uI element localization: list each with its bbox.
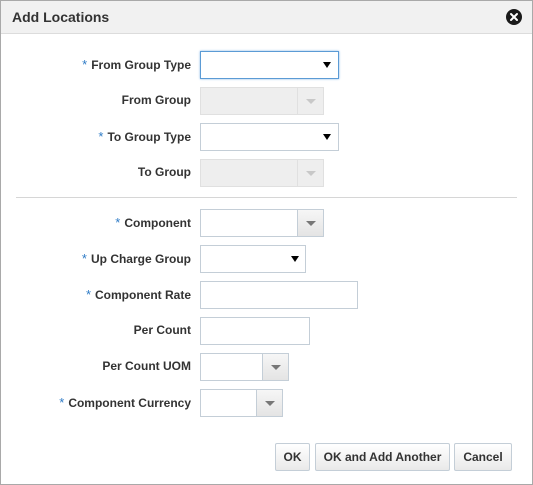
from-group-dropdown-button bbox=[297, 88, 323, 114]
from-group-label: From Group bbox=[121, 93, 191, 107]
from-group-type-label: * From Group Type bbox=[82, 57, 191, 72]
per-count-uom-label: Per Count UOM bbox=[102, 359, 191, 373]
component-currency-label: * Component Currency bbox=[59, 395, 191, 410]
component-dropdown-button[interactable] bbox=[297, 210, 323, 236]
cancel-button[interactable]: Cancel bbox=[454, 443, 512, 471]
chevron-down-icon bbox=[291, 256, 299, 262]
to-group-dropdown-button bbox=[297, 160, 323, 186]
chevron-down-icon bbox=[323, 62, 331, 68]
per-count-input[interactable] bbox=[200, 317, 310, 345]
section-divider bbox=[16, 197, 517, 198]
to-group-combobox bbox=[200, 159, 324, 187]
required-marker: * bbox=[81, 251, 87, 266]
add-locations-dialog: Add Locations * From Group Type From Grou… bbox=[0, 0, 533, 485]
required-marker: * bbox=[59, 395, 65, 410]
up-charge-group-label: * Up Charge Group bbox=[81, 251, 191, 266]
component-combobox[interactable] bbox=[200, 209, 324, 237]
dialog-titlebar: Add Locations bbox=[1, 1, 532, 34]
component-label: * Component bbox=[115, 215, 191, 230]
to-group-type-label: * To Group Type bbox=[98, 129, 191, 144]
per-count-label: Per Count bbox=[133, 323, 191, 337]
required-marker: * bbox=[85, 287, 91, 302]
chevron-down-icon bbox=[323, 134, 331, 140]
required-marker: * bbox=[115, 215, 121, 230]
component-currency-dropdown-button[interactable] bbox=[256, 390, 282, 416]
to-group-label: To Group bbox=[137, 165, 191, 179]
component-currency-combobox[interactable] bbox=[200, 389, 283, 417]
required-marker: * bbox=[98, 129, 104, 144]
ok-button[interactable]: OK bbox=[275, 443, 310, 471]
component-rate-input[interactable] bbox=[200, 281, 358, 309]
chevron-down-icon bbox=[270, 365, 281, 370]
up-charge-group-select[interactable] bbox=[200, 245, 306, 273]
dialog-title: Add Locations bbox=[12, 9, 110, 25]
chevron-down-icon bbox=[305, 171, 316, 176]
per-count-uom-combobox[interactable] bbox=[200, 353, 289, 381]
required-marker: * bbox=[82, 57, 88, 72]
ok-and-add-another-button[interactable]: OK and Add Another bbox=[315, 443, 450, 471]
to-group-type-select[interactable] bbox=[200, 123, 339, 151]
component-rate-label: * Component Rate bbox=[85, 287, 191, 302]
chevron-down-icon bbox=[305, 221, 316, 226]
chevron-down-icon bbox=[305, 99, 316, 104]
chevron-down-icon bbox=[264, 401, 275, 406]
from-group-combobox bbox=[200, 87, 324, 115]
per-count-uom-dropdown-button[interactable] bbox=[262, 354, 288, 380]
from-group-type-select[interactable] bbox=[200, 51, 339, 79]
close-icon[interactable] bbox=[506, 9, 522, 25]
